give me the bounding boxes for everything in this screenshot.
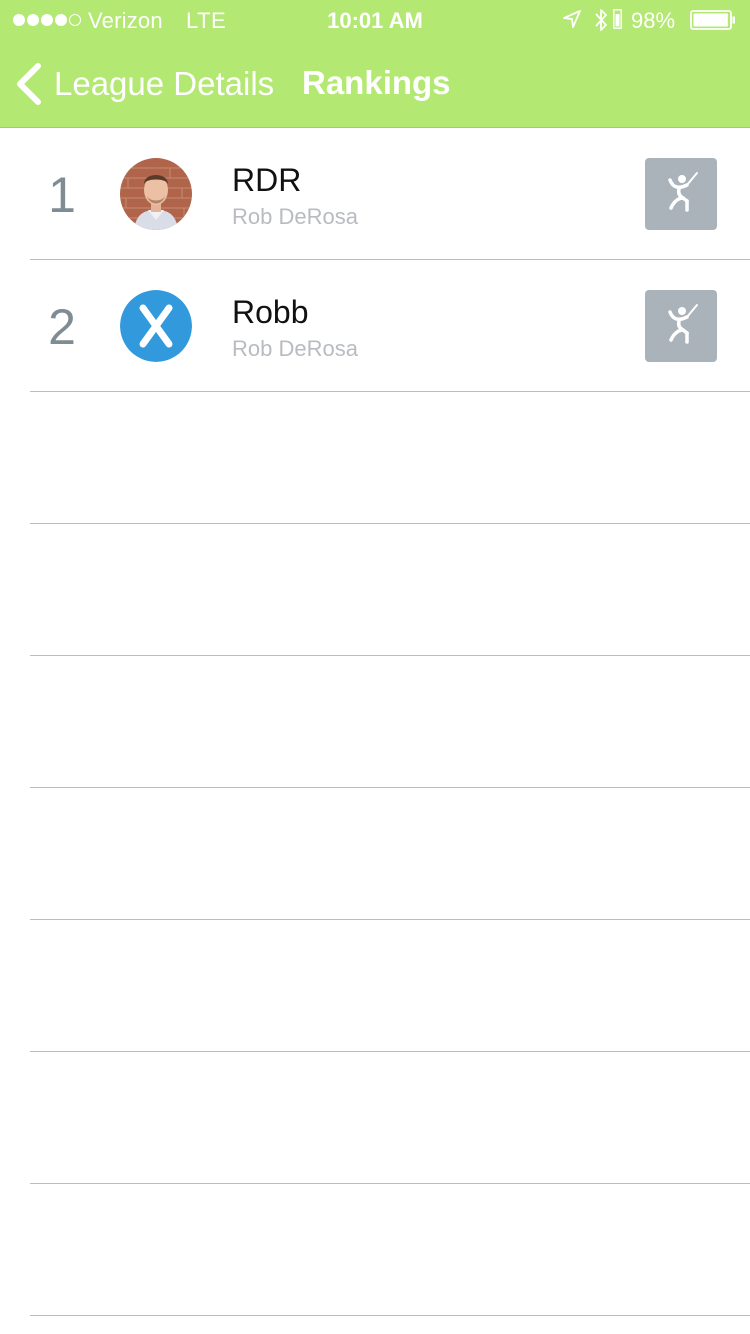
chevron-left-icon [17, 63, 41, 105]
empty-row [0, 788, 750, 920]
battery-icon [690, 10, 735, 30]
navigation-bar: League Details Rankings [0, 40, 750, 128]
player-full-name: Rob DeRosa [232, 336, 358, 361]
ranking-row[interactable]: 2 Robb Rob DeRosa [0, 260, 750, 392]
empty-row [0, 920, 750, 1052]
photo-avatar [120, 158, 192, 230]
page-title: Rankings [302, 64, 451, 101]
empty-row [0, 392, 750, 524]
rank-number: 1 [48, 167, 76, 223]
ranking-row[interactable]: 1 RDR Rob DeRosa [0, 128, 750, 260]
battery-percentage: 98% [631, 8, 676, 33]
rank-number: 2 [48, 299, 76, 355]
bluetooth-icon [595, 9, 607, 31]
empty-row [0, 1052, 750, 1184]
empty-row [0, 656, 750, 788]
player-action-button[interactable] [645, 158, 717, 230]
battery-charging-bar-icon [613, 9, 622, 29]
player-nickname: Robb [232, 294, 309, 330]
player-swing-icon [668, 172, 698, 212]
empty-row [0, 1184, 750, 1316]
back-button[interactable]: League Details [14, 58, 274, 110]
player-nickname: RDR [232, 162, 302, 198]
player-action-button[interactable] [645, 290, 717, 362]
x-logo-avatar [120, 290, 192, 362]
back-button-label: League Details [54, 65, 275, 102]
status-bar: Verizon LTE 10:01 AM 98% [0, 0, 750, 40]
location-arrow-icon [563, 10, 581, 28]
header: Verizon LTE 10:01 AM 98% League Details … [0, 0, 750, 128]
player-swing-icon [668, 304, 698, 344]
player-full-name: Rob DeRosa [232, 204, 358, 229]
empty-row [0, 524, 750, 656]
rankings-list: 1 RDR Rob DeRosa 2 Robb Rob DeRosa [0, 128, 750, 1316]
